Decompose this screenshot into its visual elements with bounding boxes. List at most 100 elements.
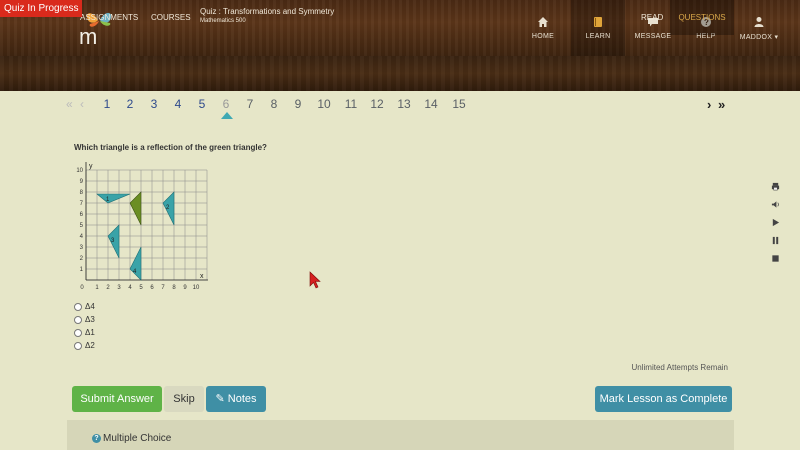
x-axis-label: x [200,273,204,280]
x-tick: 1 [95,285,99,291]
page-number-1[interactable]: 1 [104,97,111,111]
stop-button[interactable] [766,249,784,267]
page-number-7[interactable]: 7 [247,97,254,111]
first-page-icon[interactable]: « [66,97,73,111]
course-subbar [0,56,800,91]
y-tick: 3 [80,245,84,251]
x-tick: 4 [128,285,132,291]
attempts-remaining: Unlimited Attempts Remain [631,363,728,372]
nav-user-label: MADDOX ▾ [739,33,779,41]
x-tick: 0 [80,285,84,291]
answer-options: Δ4 Δ3 Δ1 Δ2 [74,300,95,352]
pause-button[interactable] [766,231,784,249]
nav-learn-label: LEARN [585,33,611,40]
radio-button[interactable] [74,302,82,311]
x-tick: 7 [161,285,165,291]
page-number-9[interactable]: 9 [295,97,302,111]
grid [85,169,208,281]
answer-option[interactable]: Δ4 [74,300,95,313]
prev-page-icon[interactable]: ‹ [80,97,84,111]
course-name: Mathematics 500 [200,18,246,24]
y-tick: 6 [80,212,84,218]
media-toolbar [766,177,784,267]
print-icon [771,182,779,190]
y-tick: 1 [80,267,84,273]
speaker-icon [771,200,779,208]
next-page-icon[interactable]: › [707,97,711,112]
page-number-15[interactable]: 15 [452,97,465,111]
answer-option[interactable]: Δ3 [74,313,95,326]
audio-button[interactable] [766,195,784,213]
stop-icon [771,254,779,262]
x-tick: 5 [139,285,143,291]
multiple-choice-title: Multiple Choice [103,433,172,444]
print-button[interactable] [766,177,784,195]
page-number-5[interactable]: 5 [199,97,206,111]
home-icon [538,17,548,27]
radio-button[interactable] [74,315,82,324]
notes-button[interactable]: ✎ Notes [206,386,266,412]
question-text: Which triangle is a reflection of the gr… [74,143,267,152]
answer-option[interactable]: Δ1 [74,326,95,339]
green-triangle [129,191,142,226]
pause-icon [772,236,778,244]
courses-link[interactable]: COURSES [151,0,191,35]
x-tick: 10 [193,285,200,291]
edit-icon: ✎ [215,393,225,405]
x-tick: 2 [106,285,110,291]
page-number-6[interactable]: 6 [223,97,230,111]
x-tick-labels: 0 1 2 3 4 5 6 7 8 9 10 [80,285,200,291]
nav-user-menu[interactable]: MADDOX ▾ [734,0,784,56]
y-tick: 9 [80,179,84,185]
y-tick: 10 [76,168,83,174]
y-tick: 4 [80,234,84,240]
nav-home-label: HOME [531,33,555,40]
y-axis-label: y [89,163,93,170]
page-number-3[interactable]: 3 [151,97,158,111]
answer-label: Δ1 [85,328,95,337]
page-number-11[interactable]: 11 [345,97,357,111]
coordinate-graph: y x 1 2 3 4 5 6 7 8 9 10 0 1 2 3 4 5 6 7… [76,162,208,291]
page-number-12[interactable]: 12 [370,97,383,111]
current-page-indicator [221,112,233,119]
user-icon [754,16,764,27]
x-tick: 8 [172,285,176,291]
answer-option[interactable]: Δ2 [74,339,95,352]
page-number-10[interactable]: 10 [317,97,330,111]
last-page-icon[interactable]: » [718,97,725,112]
questions-tab[interactable]: QUESTIONS [670,0,734,35]
read-tab[interactable]: READ [641,0,663,35]
x-tick: 6 [150,285,154,291]
page-number-2[interactable]: 2 [127,97,134,111]
quiz-title-block: Quiz : Transformations and Symmetry Math… [200,7,334,24]
nav-learn[interactable]: LEARN [571,0,625,56]
assignments-link[interactable]: ASSIGNMENTS [80,0,138,35]
x-tick: 9 [183,285,187,291]
mark-complete-button[interactable]: Mark Lesson as Complete [595,386,732,412]
question-mark-icon: ? [92,434,101,443]
quiz-status-badge: Quiz In Progress [0,0,83,17]
nav-home[interactable]: HOME [518,0,568,56]
submit-answer-button[interactable]: Submit Answer [72,386,162,412]
answer-label: Δ3 [85,315,95,324]
notes-label: Notes [227,393,257,405]
triangle-1 [96,193,131,204]
quiz-title: Quiz : Transformations and Symmetry [200,7,335,16]
y-tick-labels: 1 2 3 4 5 6 7 8 9 10 [76,168,83,273]
y-tick: 8 [80,190,84,196]
multiple-choice-header: ? Multiple Choice [92,433,171,444]
mouse-cursor-icon [309,271,321,289]
play-icon [772,218,779,226]
triangle-4 [129,246,142,281]
radio-button[interactable] [74,328,82,337]
skip-button[interactable]: Skip [164,386,204,412]
page-number-4[interactable]: 4 [175,97,182,111]
radio-button[interactable] [74,341,82,350]
page-number-13[interactable]: 13 [397,97,410,111]
y-tick: 2 [80,256,84,262]
page-number-14[interactable]: 14 [424,97,437,111]
play-button[interactable] [766,213,784,231]
answer-label: Δ2 [85,341,95,350]
page-number-8[interactable]: 8 [271,97,278,111]
y-tick: 5 [80,223,84,229]
